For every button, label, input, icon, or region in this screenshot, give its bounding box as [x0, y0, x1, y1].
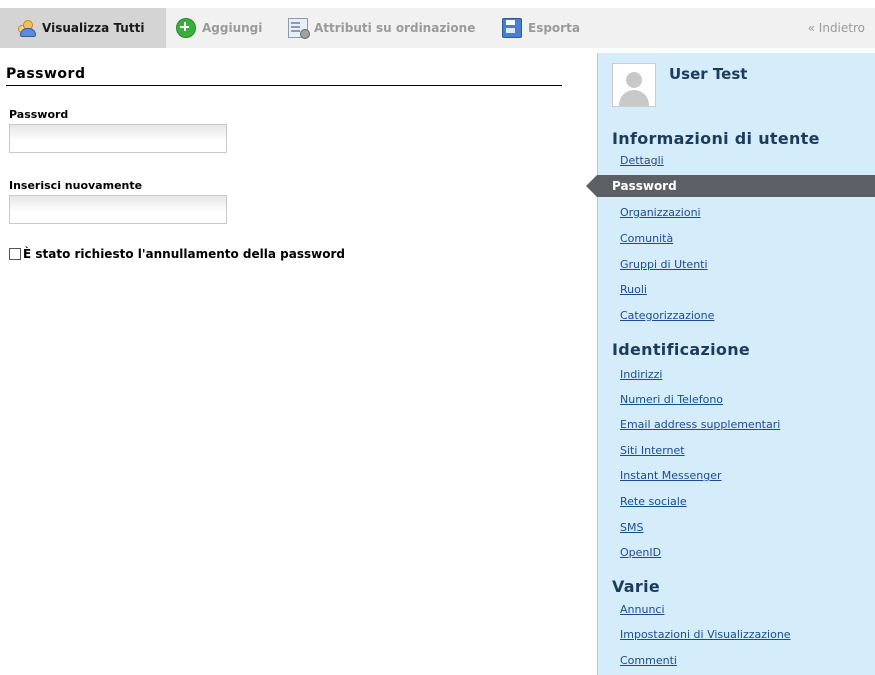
save-icon [502, 18, 522, 38]
sidebar-item-categorization[interactable]: Categorizzazione [620, 309, 714, 322]
view-all-label: Visualizza Tutti [42, 21, 145, 35]
group-title-misc: Varie [612, 577, 661, 596]
users-icon [18, 19, 36, 37]
avatar [612, 63, 656, 107]
sidebar-item-details[interactable]: Dettagli [620, 154, 664, 167]
repeat-password-label: Inserisci nuovamente [9, 179, 143, 192]
add-label: Aggiungi [202, 21, 263, 35]
section-title: Password [6, 66, 562, 86]
custom-attributes-button[interactable]: Attributi su ordinazione [288, 8, 475, 48]
attributes-icon [288, 18, 310, 39]
sidebar-item-organizations[interactable]: Organizzazioni [620, 206, 701, 219]
password-reset-label: È stato richiesto l'annullamento della p… [23, 247, 345, 261]
sidebar-item-password[interactable]: Password [586, 175, 875, 197]
sidebar-item-additional-emails[interactable]: Email address supplementari [620, 418, 780, 431]
group-title-user-info: Informazioni di utente [612, 129, 820, 148]
sidebar-item-openid[interactable]: OpenID [620, 546, 661, 559]
sidebar-item-addresses[interactable]: Indirizzi [620, 368, 662, 381]
export-button[interactable]: Esporta [502, 8, 580, 48]
sidebar-item-roles[interactable]: Ruoli [620, 283, 647, 296]
sidebar-item-display-settings[interactable]: Impostazioni di Visualizzazione [620, 628, 791, 641]
user-name: User Test [669, 65, 748, 83]
sidebar-item-phone-numbers[interactable]: Numeri di Telefono [620, 393, 723, 406]
toolbar: Visualizza Tutti Aggiungi Attributi su o… [0, 8, 875, 48]
repeat-password-input[interactable] [9, 195, 227, 224]
user-sidebar: User Test Informazioni di utente Dettagl… [586, 53, 875, 675]
sidebar-item-comments[interactable]: Commenti [620, 654, 677, 667]
password-label: Password [9, 108, 69, 121]
view-all-button[interactable]: Visualizza Tutti [0, 8, 166, 48]
sidebar-item-user-groups[interactable]: Gruppi di Utenti [620, 258, 708, 271]
sidebar-item-sms[interactable]: SMS [620, 521, 643, 534]
password-reset-checkbox[interactable] [9, 248, 21, 260]
export-label: Esporta [528, 21, 580, 35]
add-icon [176, 18, 196, 38]
group-title-identification: Identificazione [612, 340, 751, 359]
password-input[interactable] [9, 124, 227, 153]
custom-attributes-label: Attributi su ordinazione [314, 21, 476, 35]
sidebar-item-announcements[interactable]: Annunci [620, 603, 665, 616]
add-button[interactable]: Aggiungi [176, 8, 262, 48]
password-reset-row[interactable]: È stato richiesto l'annullamento della p… [9, 247, 345, 261]
sidebar-item-instant-messenger[interactable]: Instant Messenger [620, 469, 722, 482]
sidebar-item-communities[interactable]: Comunità [620, 232, 673, 245]
sidebar-item-websites[interactable]: Siti Internet [620, 444, 685, 457]
back-link[interactable]: « Indietro [808, 8, 865, 48]
sidebar-item-social-network[interactable]: Rete sociale [620, 495, 687, 508]
